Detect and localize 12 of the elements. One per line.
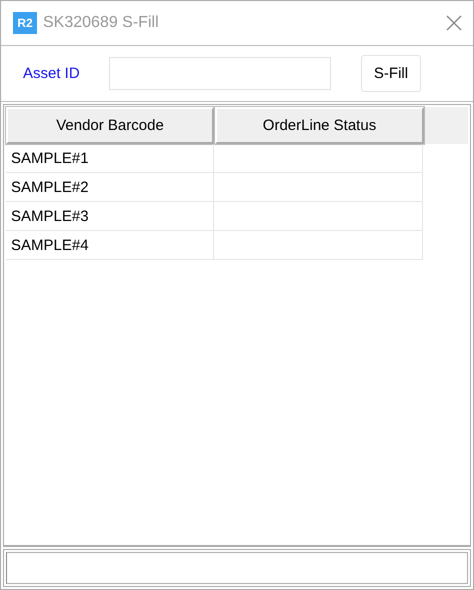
close-icon[interactable] <box>445 14 463 32</box>
column-header[interactable]: Vendor Barcode <box>6 107 214 144</box>
window-title: SK320689 S-Fill <box>43 14 160 32</box>
table-cell: SAMPLE#1 <box>6 144 214 173</box>
table-cell: SAMPLE#4 <box>6 231 214 260</box>
table-cell: SAMPLE#3 <box>6 202 214 231</box>
s-fill-button[interactable]: S-Fill <box>361 55 421 92</box>
app-logo-icon: R2 <box>13 12 37 34</box>
column-header[interactable]: OrderLine Status <box>215 107 424 144</box>
field-label: Asset ID <box>23 65 81 82</box>
asset-id-field[interactable] <box>109 57 331 90</box>
table-cell: SAMPLE#2 <box>6 173 214 202</box>
